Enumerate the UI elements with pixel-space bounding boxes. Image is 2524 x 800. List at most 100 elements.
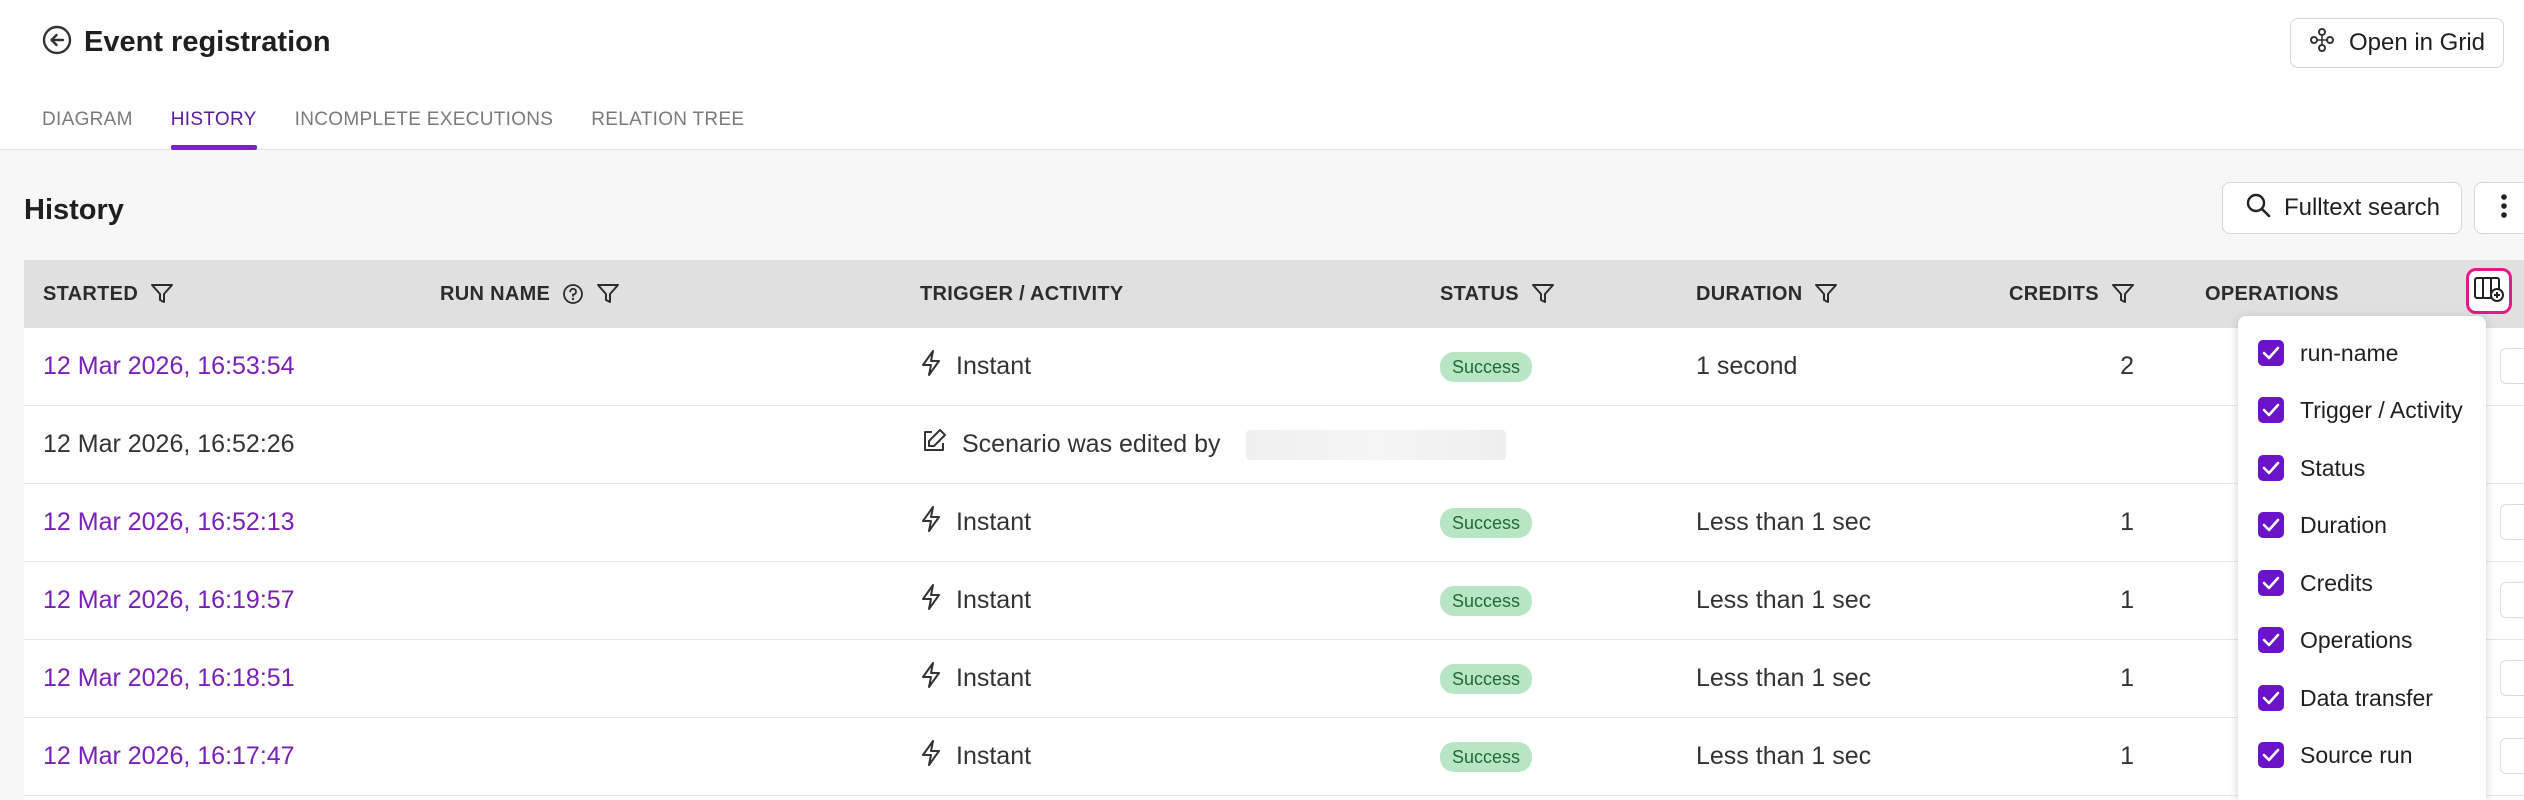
started-cell[interactable]: 12 Mar 2026, 16:53:54 (43, 328, 295, 405)
filter-icon[interactable] (1531, 283, 1555, 305)
column-header-started: STARTED (43, 260, 174, 328)
status-cell: Success (1440, 484, 1533, 561)
column-option-credits[interactable]: Credits (2258, 563, 2373, 603)
checkbox-checked-icon[interactable] (2258, 570, 2284, 596)
fulltext-search-button[interactable]: Fulltext search (2222, 182, 2462, 234)
filter-icon[interactable] (150, 283, 174, 305)
checkbox-checked-icon[interactable] (2258, 512, 2284, 538)
history-panel: History Fulltext search STARTED RUN NAME… (0, 150, 2524, 800)
lightning-icon (920, 349, 942, 384)
trigger-cell: Scenario was edited by (920, 406, 1507, 483)
filter-icon[interactable] (1814, 283, 1838, 305)
checkbox-checked-icon[interactable] (2258, 742, 2284, 768)
column-option-operations[interactable]: Operations (2258, 620, 2413, 660)
more-vertical-icon (2500, 193, 2508, 224)
trigger-cell: Instant (920, 328, 1031, 405)
status-cell: Success (1440, 640, 1533, 717)
section-title: History (24, 194, 124, 226)
status-badge: Success (1440, 663, 1533, 694)
status-cell: Success (1440, 562, 1533, 639)
status-badge: Success (1440, 351, 1533, 382)
checkbox-checked-icon[interactable] (2258, 627, 2284, 653)
fulltext-search-label: Fulltext search (2283, 194, 2441, 221)
row-action-button[interactable] (2500, 348, 2524, 384)
status-badge: Success (1440, 741, 1533, 772)
column-header-duration: DURATION (1696, 260, 1838, 328)
columns-add-icon (2473, 275, 2505, 308)
open-in-grid-button[interactable]: Open in Grid (2290, 18, 2504, 68)
grid-nodes-icon (2309, 27, 2335, 60)
column-settings-button[interactable] (2466, 268, 2512, 314)
trigger-cell: Instant (920, 718, 1031, 795)
column-visibility-menu: run-name Trigger / Activity Status Durat… (2238, 316, 2486, 800)
status-badge: Success (1440, 585, 1533, 616)
tab-diagram[interactable]: DIAGRAM (42, 104, 133, 150)
started-cell[interactable]: 12 Mar 2026, 16:52:13 (43, 484, 295, 561)
table-row[interactable]: 12 Mar 2026, 16:53:54 Instant Success 1 … (24, 328, 2524, 406)
lightning-icon (920, 583, 942, 618)
table-body: 12 Mar 2026, 16:53:54 Instant Success 1 … (24, 328, 2524, 796)
page-title: Event registration (84, 26, 331, 58)
credits-cell: 1 (2120, 586, 2134, 614)
status-cell: Success (1440, 718, 1533, 795)
table-row[interactable]: 12 Mar 2026, 16:19:57 Instant Success Le… (24, 562, 2524, 640)
checkbox-checked-icon[interactable] (2258, 397, 2284, 423)
edit-icon (920, 427, 948, 462)
table-row[interactable]: 12 Mar 2026, 16:52:13 Instant Success Le… (24, 484, 2524, 562)
checkbox-checked-icon[interactable] (2258, 685, 2284, 711)
lightning-icon (920, 505, 942, 540)
history-table: STARTED RUN NAME TRIGGER / ACTIVITY STAT… (24, 260, 2524, 800)
started-cell[interactable]: 12 Mar 2026, 16:19:57 (43, 562, 295, 639)
column-option-status[interactable]: Status (2258, 448, 2365, 488)
help-circle-icon[interactable] (562, 283, 584, 305)
search-icon (2244, 191, 2272, 226)
table-row[interactable]: 12 Mar 2026, 16:18:51 Instant Success Le… (24, 640, 2524, 718)
column-option-duration[interactable]: Duration (2258, 505, 2387, 545)
back-button[interactable] (40, 25, 74, 59)
credits-cell: 1 (2120, 742, 2134, 770)
tab-incomplete-executions[interactable]: INCOMPLETE EXECUTIONS (295, 104, 554, 150)
table-row[interactable]: 12 Mar 2026, 16:52:26 Scenario was edite… (24, 406, 2524, 484)
tab-bar: DIAGRAM HISTORY INCOMPLETE EXECUTIONS RE… (42, 104, 744, 150)
open-in-grid-label: Open in Grid (2348, 29, 2486, 56)
duration-cell: Less than 1 sec (1696, 664, 1872, 692)
row-action-button[interactable] (2500, 660, 2524, 696)
redacted-user (1246, 429, 1507, 460)
tab-history[interactable]: HISTORY (170, 104, 257, 150)
column-header-credits: CREDITS (2009, 260, 2135, 328)
started-cell: 12 Mar 2026, 16:52:26 (43, 430, 295, 458)
credits-cell: 1 (2120, 508, 2134, 536)
duration-cell: Less than 1 sec (1696, 586, 1872, 614)
row-action-button[interactable] (2500, 582, 2524, 618)
row-action-button[interactable] (2500, 738, 2524, 774)
credits-cell: 2 (2120, 352, 2134, 380)
column-header-trigger-activity: TRIGGER / ACTIVITY (920, 282, 1124, 305)
lightning-icon (920, 661, 942, 696)
trigger-cell: Instant (920, 484, 1031, 561)
checkbox-checked-icon[interactable] (2258, 340, 2284, 366)
column-option-source-run[interactable]: Source run (2258, 735, 2413, 775)
filter-icon[interactable] (2111, 283, 2135, 305)
column-option-run-name[interactable]: run-name (2258, 333, 2398, 373)
credits-cell: 1 (2120, 664, 2134, 692)
table-header: STARTED RUN NAME TRIGGER / ACTIVITY STAT… (24, 260, 2524, 328)
checkbox-checked-icon[interactable] (2258, 455, 2284, 481)
top-bar: Event registration Open in Grid DIAGRAM … (0, 0, 2524, 150)
column-option-trigger-activity[interactable]: Trigger / Activity (2258, 390, 2463, 430)
trigger-cell: Instant (920, 640, 1031, 717)
table-row[interactable]: 12 Mar 2026, 16:17:47 Instant Success Le… (24, 718, 2524, 796)
filter-icon[interactable] (596, 283, 620, 305)
lightning-icon (920, 739, 942, 774)
duration-cell: Less than 1 sec (1696, 508, 1872, 536)
trigger-cell: Instant (920, 562, 1031, 639)
started-cell[interactable]: 12 Mar 2026, 16:17:47 (43, 718, 295, 795)
column-header-status: STATUS (1440, 260, 1555, 328)
started-cell[interactable]: 12 Mar 2026, 16:18:51 (43, 640, 295, 717)
column-option-data-transfer[interactable]: Data transfer (2258, 678, 2433, 718)
duration-cell: Less than 1 sec (1696, 742, 1872, 770)
tab-relation-tree[interactable]: RELATION TREE (591, 104, 744, 150)
row-action-button[interactable] (2500, 504, 2524, 540)
arrow-left-circle-icon (41, 24, 73, 61)
status-badge: Success (1440, 507, 1533, 538)
more-options-button[interactable] (2474, 182, 2524, 234)
